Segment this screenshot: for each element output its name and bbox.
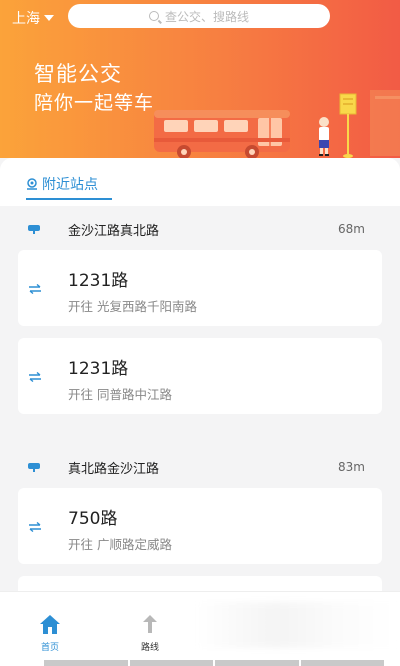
station-header[interactable]: 真北路金沙江路 83m [0,449,400,485]
route-destination: 同普路中江路 [97,387,173,402]
bus-stop-icon [28,463,40,472]
hero-banner: 上海 查公交、搜路线 智能公交 陪你一起等车 [0,0,400,158]
nav-home-label: 首页 [40,643,59,653]
person-icon [319,117,329,156]
station-name: 金沙江路真北路 [68,223,160,239]
city-selector[interactable]: 上海 [12,8,54,28]
tab-nearby-stations[interactable]: 附近站点 [26,174,98,194]
swap-arrows-icon [29,522,41,532]
tab-active-indicator [26,198,112,200]
tab-nearby-label: 附近站点 [42,177,98,193]
direction-prefix: 开往 [68,537,94,552]
route-number: 750路 [68,509,118,529]
route-card[interactable]: 1231路 开往 光复西路千阳南路 [18,250,382,326]
route-destination: 光复西路千阳南路 [97,299,198,314]
location-pin-icon [27,178,37,190]
station-name: 真北路金沙江路 [68,461,160,477]
direction-prefix: 开往 [68,299,94,314]
route-direction: 开往 同普路中江路 [68,384,172,403]
slogan-title: 智能公交 [34,62,122,86]
bottom-nav: 首页 路线 [0,591,400,666]
bus-illustration [154,90,400,158]
route-arrow-icon [143,615,157,633]
home-icon [40,615,60,634]
nav-route-label: 路线 [140,643,159,653]
search-input[interactable]: 查公交、搜路线 [68,4,330,28]
system-bar [44,660,384,666]
nav-route[interactable]: 路线 [130,614,170,653]
direction-prefix: 开往 [68,387,94,402]
route-destination: 广顺路定威路 [97,537,173,552]
swap-arrows-icon [29,284,41,294]
route-card[interactable]: 750路 开往 广顺路定威路 [18,488,382,564]
bus-stop-icon [28,225,40,234]
route-direction: 开往 光复西路千阳南路 [68,296,197,315]
bus-stop-sign-icon [339,93,357,158]
search-placeholder: 查公交、搜路线 [164,9,249,24]
blurred-nav-area [196,602,396,648]
slogan-subtitle: 陪你一起等车 [34,92,155,114]
station-distance: 68m [338,222,365,236]
tab-bar: 附近站点 [0,158,400,206]
nav-home[interactable]: 首页 [30,614,70,653]
swap-arrows-icon [29,372,41,382]
chevron-down-icon [44,15,54,21]
route-direction: 开往 广顺路定威路 [68,534,172,553]
station-distance: 83m [338,460,365,474]
route-card[interactable]: 1231路 开往 同普路中江路 [18,338,382,414]
bus-icon [154,110,290,158]
station-header[interactable]: 金沙江路真北路 68m [0,211,400,247]
city-label: 上海 [12,11,40,27]
route-number: 1231路 [68,271,129,291]
search-icon [148,11,159,21]
route-number: 1231路 [68,359,129,379]
